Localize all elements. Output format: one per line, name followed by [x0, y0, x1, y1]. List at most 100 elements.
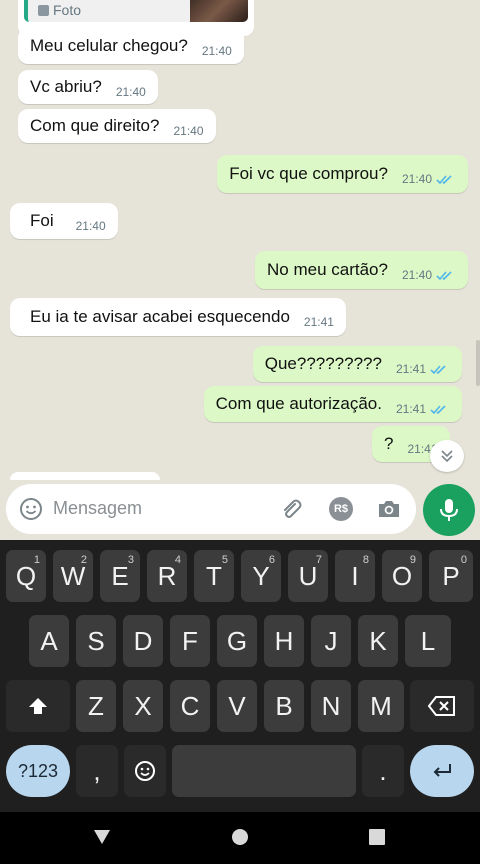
- camera-icon[interactable]: [376, 496, 402, 522]
- recents-icon[interactable]: [368, 828, 386, 846]
- home-icon[interactable]: [231, 828, 249, 846]
- key-hint: 6: [268, 554, 275, 566]
- photo-icon: [38, 4, 49, 16]
- key-hint: 9: [409, 554, 416, 566]
- message-bubble[interactable]: Foi 21:40: [10, 203, 118, 239]
- attachment-icon[interactable]: [278, 496, 304, 522]
- message-time: 21:40: [401, 268, 432, 282]
- quoted-label: Foto: [38, 2, 81, 18]
- quoted-label-text: Foto: [53, 2, 82, 18]
- message-bubble[interactable]: Com que autorização. 21:41: [203, 386, 462, 422]
- key-label: V: [228, 690, 246, 721]
- message-text: Que?????????: [264, 354, 382, 373]
- key-m[interactable]: M: [358, 680, 404, 732]
- message-bubble[interactable]: Foi vc que comprou? 21:40: [217, 155, 468, 193]
- key-v[interactable]: V: [217, 680, 257, 732]
- key-b[interactable]: B: [264, 680, 304, 732]
- key-j[interactable]: J: [311, 615, 351, 667]
- key-n[interactable]: N: [311, 680, 351, 732]
- key-label: S: [87, 625, 105, 656]
- message-bubble[interactable]: Eu ia te avisar acabei esquecendo 21:41: [10, 298, 346, 336]
- chevron-double-down-icon: [441, 450, 453, 463]
- message-time: 21:41: [303, 315, 334, 329]
- microphone-button[interactable]: [423, 484, 475, 536]
- key-label: D: [133, 625, 153, 656]
- key-f[interactable]: F: [170, 615, 210, 667]
- key-label: E: [111, 560, 129, 591]
- key-hint: 7: [315, 554, 322, 566]
- shift-key[interactable]: [6, 680, 70, 732]
- space-key[interactable]: [172, 745, 356, 797]
- microphone-icon: [440, 499, 458, 521]
- message-text: Meu celular chegou?: [30, 36, 188, 55]
- key-hint: 0: [460, 554, 467, 566]
- key-label: C: [180, 690, 200, 721]
- message-bubble[interactable]: No meu cartão? 21:40: [255, 251, 468, 289]
- key-label: G: [226, 625, 248, 656]
- message-text: ?: [384, 434, 394, 453]
- message-bubble[interactable]: Com que direito? 21:40: [18, 109, 216, 143]
- navigation-bar: [0, 812, 480, 864]
- message-text: Eu ia te avisar acabei esquecendo: [30, 307, 290, 326]
- key-i[interactable]: I8: [335, 550, 375, 602]
- key-r[interactable]: R4: [147, 550, 187, 602]
- key-q[interactable]: Q1: [6, 550, 46, 602]
- back-icon[interactable]: [92, 828, 112, 846]
- key-a[interactable]: A: [29, 615, 69, 667]
- message-text: Foi: [30, 211, 54, 230]
- key-hint: 1: [33, 554, 40, 566]
- message-bubble[interactable]: Vc abriu? 21:40: [18, 70, 158, 104]
- key-z[interactable]: Z: [76, 680, 116, 732]
- message-bubble[interactable]: Meu celular chegou? 21:40: [18, 28, 244, 64]
- double-check-icon: [436, 175, 452, 185]
- key-k[interactable]: K: [358, 615, 398, 667]
- enter-key[interactable]: [410, 745, 474, 797]
- quoted-reply[interactable]: Foto: [24, 0, 248, 22]
- message-text: No meu cartão?: [267, 260, 388, 279]
- message-input-bar: Mensagem R$: [6, 484, 416, 534]
- key-h[interactable]: H: [264, 615, 304, 667]
- partial-message-bubble: [10, 472, 160, 480]
- key-label: J: [324, 625, 338, 656]
- symbols-key[interactable]: ?123: [6, 745, 70, 797]
- scroll-indicator[interactable]: [476, 340, 480, 386]
- message-input[interactable]: Mensagem: [53, 498, 142, 519]
- key-l[interactable]: L: [405, 615, 451, 667]
- key-label: I: [351, 560, 359, 591]
- message-text: Foi vc que comprou?: [229, 164, 388, 183]
- double-check-icon: [430, 405, 446, 415]
- key-label: ?123: [17, 760, 59, 781]
- key-y[interactable]: Y6: [241, 550, 281, 602]
- key-t[interactable]: T5: [194, 550, 234, 602]
- key-p[interactable]: P0: [429, 550, 473, 602]
- period-key[interactable]: .: [362, 745, 404, 797]
- message-text: Vc abriu?: [30, 77, 102, 96]
- key-e[interactable]: E3: [100, 550, 140, 602]
- key-label: N: [321, 690, 341, 721]
- emoji-key[interactable]: [124, 745, 166, 797]
- key-d[interactable]: D: [123, 615, 163, 667]
- payment-button[interactable]: R$: [329, 497, 353, 521]
- key-c[interactable]: C: [170, 680, 210, 732]
- key-u[interactable]: U7: [288, 550, 328, 602]
- key-o[interactable]: O9: [382, 550, 422, 602]
- message-bubble[interactable]: Que????????? 21:41: [252, 346, 462, 382]
- key-hint: 4: [174, 554, 181, 566]
- key-label: F: [182, 625, 198, 656]
- key-w[interactable]: W2: [53, 550, 93, 602]
- scroll-to-bottom-button[interactable]: [430, 440, 464, 472]
- message-time: 21:40: [401, 172, 432, 186]
- message-time: 21:41: [395, 402, 426, 416]
- emoji-icon: [135, 761, 155, 781]
- key-hint: 5: [221, 554, 228, 566]
- key-label: M: [370, 690, 392, 721]
- key-s[interactable]: S: [76, 615, 116, 667]
- key-x[interactable]: X: [123, 680, 163, 732]
- photo-thumbnail[interactable]: [190, 0, 248, 22]
- key-label: ,: [93, 755, 101, 786]
- key-label: P: [442, 560, 460, 591]
- comma-key[interactable]: ,: [76, 745, 118, 797]
- backspace-key[interactable]: [410, 680, 474, 732]
- key-g[interactable]: G: [217, 615, 257, 667]
- emoji-icon[interactable]: [18, 496, 44, 522]
